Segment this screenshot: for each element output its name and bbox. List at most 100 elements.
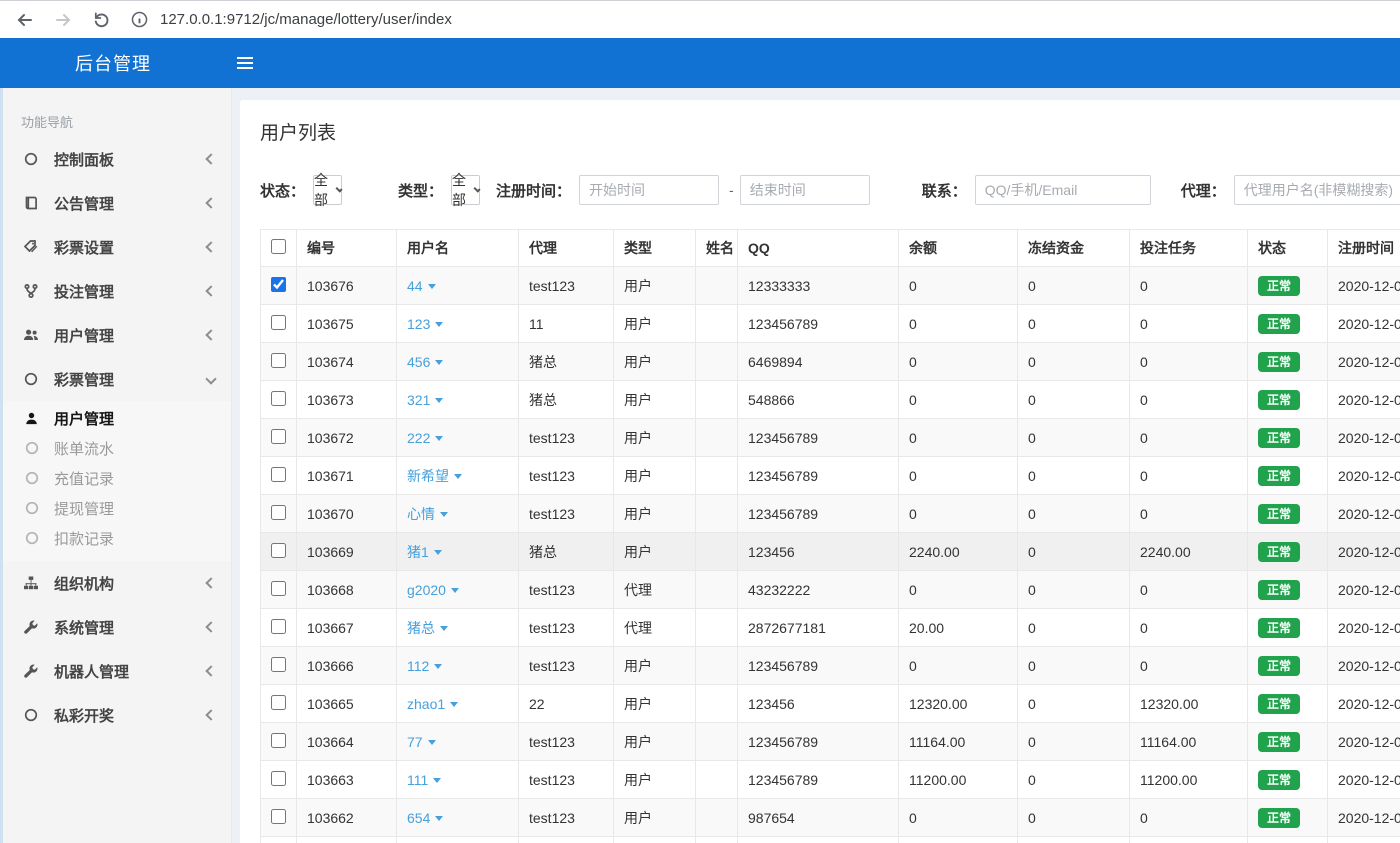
sidebar-item-system-management[interactable]: 系统管理: [3, 605, 231, 649]
status-badge: 正常: [1258, 390, 1300, 410]
caret-down-icon: [435, 398, 443, 403]
username-link[interactable]: 222: [407, 430, 443, 446]
sidebar-item-private-lottery[interactable]: 私彩开奖: [3, 693, 231, 737]
user-table: 编号用户名代理类型姓名QQ余额冻结资金投注任务状态注册时间 10367644te…: [260, 229, 1400, 843]
username-link[interactable]: 猪1: [407, 544, 442, 560]
sidebar-subitem-deduction-records[interactable]: 扣款记录: [3, 523, 231, 553]
username-link[interactable]: 112: [407, 658, 442, 674]
hamburger-icon[interactable]: [237, 54, 259, 72]
cell-status: 正常: [1248, 685, 1328, 723]
username-link[interactable]: 心情: [407, 506, 448, 522]
chevron-left-icon: [205, 153, 216, 164]
cell-regtime: 2020-12-0: [1328, 381, 1400, 419]
table-row: 103663111test123用户12345678911200.0001120…: [261, 761, 1400, 799]
status-select[interactable]: 全部: [313, 175, 342, 205]
caret-down-icon: [435, 360, 443, 365]
status-badge: 正常: [1258, 542, 1300, 562]
sidebar-item-user-management[interactable]: 用户管理: [3, 313, 231, 357]
row-checkbox[interactable]: [271, 695, 286, 710]
circle-icon: [23, 371, 41, 387]
cell-name: [696, 609, 738, 647]
sidebar-item-bet-management[interactable]: 投注管理: [3, 269, 231, 313]
username-link[interactable]: 654: [407, 810, 443, 826]
row-checkbox[interactable]: [271, 619, 286, 634]
sidebar-item-robot-management[interactable]: 机器人管理: [3, 649, 231, 693]
sidebar-item-label: 投注管理: [54, 281, 207, 302]
status-badge: 正常: [1258, 732, 1300, 752]
sidebar-subitem-label: 充值记录: [54, 468, 114, 489]
page-info-icon[interactable]: [128, 9, 150, 31]
cell-name: [696, 571, 738, 609]
sidebar-item-announcements[interactable]: 公告管理: [3, 181, 231, 225]
start-time-input[interactable]: [579, 175, 719, 205]
username-link[interactable]: 111: [407, 772, 441, 788]
row-checkbox[interactable]: [271, 467, 286, 482]
username-link[interactable]: zhao1: [407, 696, 458, 712]
row-checkbox[interactable]: [271, 733, 286, 748]
status-badge: 正常: [1258, 770, 1300, 790]
wrench-icon: [23, 619, 41, 635]
contact-input[interactable]: [975, 175, 1151, 205]
cell-checkbox: [261, 457, 297, 495]
row-checkbox[interactable]: [271, 353, 286, 368]
cell-agent: 猪总: [519, 533, 614, 571]
username-link[interactable]: 123: [407, 316, 443, 332]
end-time-input[interactable]: [740, 175, 870, 205]
username-link[interactable]: g2020: [407, 582, 459, 598]
sidebar-subitem-bill-flow[interactable]: 账单流水: [3, 433, 231, 463]
status-badge: 正常: [1258, 352, 1300, 372]
sidebar-item-lottery-settings[interactable]: 彩票设置: [3, 225, 231, 269]
row-checkbox[interactable]: [271, 771, 286, 786]
cell-username: 心情: [397, 495, 519, 533]
column-header: 编号: [297, 230, 397, 267]
cell-status: 正常: [1248, 305, 1328, 343]
sidebar-item-lottery-management[interactable]: 彩票管理: [3, 357, 231, 401]
cell-balance: 0: [899, 457, 1018, 495]
back-icon[interactable]: [14, 9, 36, 31]
cell-task: 0: [1130, 305, 1248, 343]
username-link[interactable]: 猪总: [407, 620, 448, 636]
caret-down-icon: [450, 702, 458, 707]
row-checkbox[interactable]: [271, 505, 286, 520]
username-link[interactable]: 456: [407, 354, 443, 370]
type-select[interactable]: 全部: [451, 175, 480, 205]
cell-checkbox: [261, 419, 297, 457]
sidebar-subitem-withdraw-management[interactable]: 提现管理: [3, 493, 231, 523]
username-link[interactable]: 77: [407, 734, 436, 750]
column-header: 姓名: [696, 230, 738, 267]
reload-icon[interactable]: [90, 9, 112, 31]
username-link[interactable]: 新希望: [407, 468, 462, 484]
row-checkbox[interactable]: [271, 657, 286, 672]
row-checkbox[interactable]: [271, 391, 286, 406]
sidebar-item-label: 公告管理: [54, 193, 207, 214]
cell-name: [696, 647, 738, 685]
app-header: 后台管理: [0, 38, 1400, 88]
table-row: 103669猪1猪总用户1234562240.0002240.00正常2020-…: [261, 533, 1400, 571]
username-link[interactable]: 321: [407, 392, 443, 408]
cell-type: 用户: [614, 685, 696, 723]
cell-checkbox: [261, 495, 297, 533]
username-link[interactable]: 44: [407, 278, 436, 294]
sidebar-item-organization[interactable]: 组织机构: [3, 561, 231, 605]
row-checkbox[interactable]: [271, 429, 286, 444]
cell-status: 正常: [1248, 533, 1328, 571]
cell-username: 猪1: [397, 533, 519, 571]
sidebar-subitem-user-management-sub[interactable]: 用户管理: [3, 403, 231, 433]
cell-task: 12320.00: [1130, 685, 1248, 723]
cell-name: [696, 381, 738, 419]
select-all-checkbox[interactable]: [271, 239, 286, 254]
cell-agent: test123: [519, 495, 614, 533]
row-checkbox[interactable]: [271, 543, 286, 558]
forward-icon[interactable]: [52, 9, 74, 31]
url-text[interactable]: 127.0.0.1:9712/jc/manage/lottery/user/in…: [160, 11, 452, 28]
row-checkbox[interactable]: [271, 581, 286, 596]
cell-qq: 2872677181: [738, 609, 899, 647]
row-checkbox[interactable]: [271, 277, 286, 292]
cell-qq: 123456: [738, 533, 899, 571]
cell-username: g2020: [397, 571, 519, 609]
row-checkbox[interactable]: [271, 809, 286, 824]
agent-input[interactable]: [1234, 175, 1400, 205]
sidebar-item-control-panel[interactable]: 控制面板: [3, 137, 231, 181]
row-checkbox[interactable]: [271, 315, 286, 330]
sidebar-subitem-recharge-records[interactable]: 充值记录: [3, 463, 231, 493]
